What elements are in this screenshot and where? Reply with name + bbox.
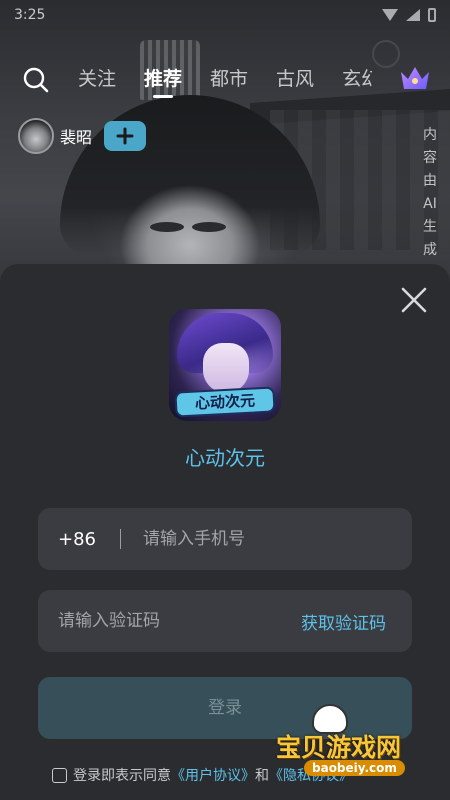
follow-button[interactable] <box>104 121 147 151</box>
agreement-prefix: 登录即表示同意 <box>73 768 171 784</box>
battery-icon <box>428 8 436 22</box>
agreement-joiner: 和 <box>255 768 269 784</box>
get-code-button[interactable]: 获取验证码 <box>301 609 386 634</box>
phone-input[interactable] <box>143 529 373 549</box>
user-agreement-link[interactable]: 《用户协议》 <box>171 765 255 785</box>
phone-field[interactable]: +86 <box>38 508 412 570</box>
signal-icon <box>406 9 420 21</box>
ai-generated-notice: 内容由AI生成 <box>423 127 437 258</box>
character-name[interactable]: 裴昭 <box>60 124 92 148</box>
avatar[interactable] <box>18 118 54 154</box>
character-info: 裴昭 <box>18 118 147 154</box>
app-name: 心动次元 <box>185 446 265 470</box>
wifi-icon <box>382 9 398 21</box>
logo-badge-text: 心动次元 <box>174 386 276 418</box>
logo-character-face <box>203 343 249 393</box>
status-time: 3:25 <box>14 7 46 23</box>
tab-urban[interactable]: 都市 <box>210 64 248 94</box>
field-divider <box>120 529 121 549</box>
verification-code-field[interactable]: 获取验证码 <box>38 590 412 652</box>
status-bar: 3:25 <box>0 0 450 30</box>
search-icon[interactable] <box>22 66 50 94</box>
tab-fantasy[interactable]: 玄幻 <box>342 64 372 94</box>
character-eye-left <box>150 222 184 232</box>
agreement-checkbox[interactable] <box>52 767 67 783</box>
tab-recommended[interactable]: 推荐 <box>144 64 182 98</box>
watermark-url: baobeiy.com <box>304 760 405 776</box>
status-icons <box>382 8 436 22</box>
category-tabs: 关注 推荐 都市 古风 玄幻 <box>78 64 372 98</box>
crown-icon[interactable] <box>398 63 432 93</box>
tab-ancient-style[interactable]: 古风 <box>276 64 314 94</box>
top-navigation: 关注 推荐 都市 古风 玄幻 <box>0 58 450 100</box>
app-logo: 心动次元 <box>169 309 281 421</box>
watermark-name: 宝贝游戏网 <box>276 733 402 762</box>
close-icon[interactable] <box>398 284 430 316</box>
plus-icon <box>116 127 134 145</box>
code-input[interactable] <box>58 611 278 631</box>
country-code[interactable]: +86 <box>58 529 96 550</box>
login-sheet: 心动次元 心动次元 +86 获取验证码 登录 登录即表示同意 《用户协议》 和 … <box>0 264 450 800</box>
character-eye-right <box>192 222 226 232</box>
tab-following[interactable]: 关注 <box>78 64 116 94</box>
